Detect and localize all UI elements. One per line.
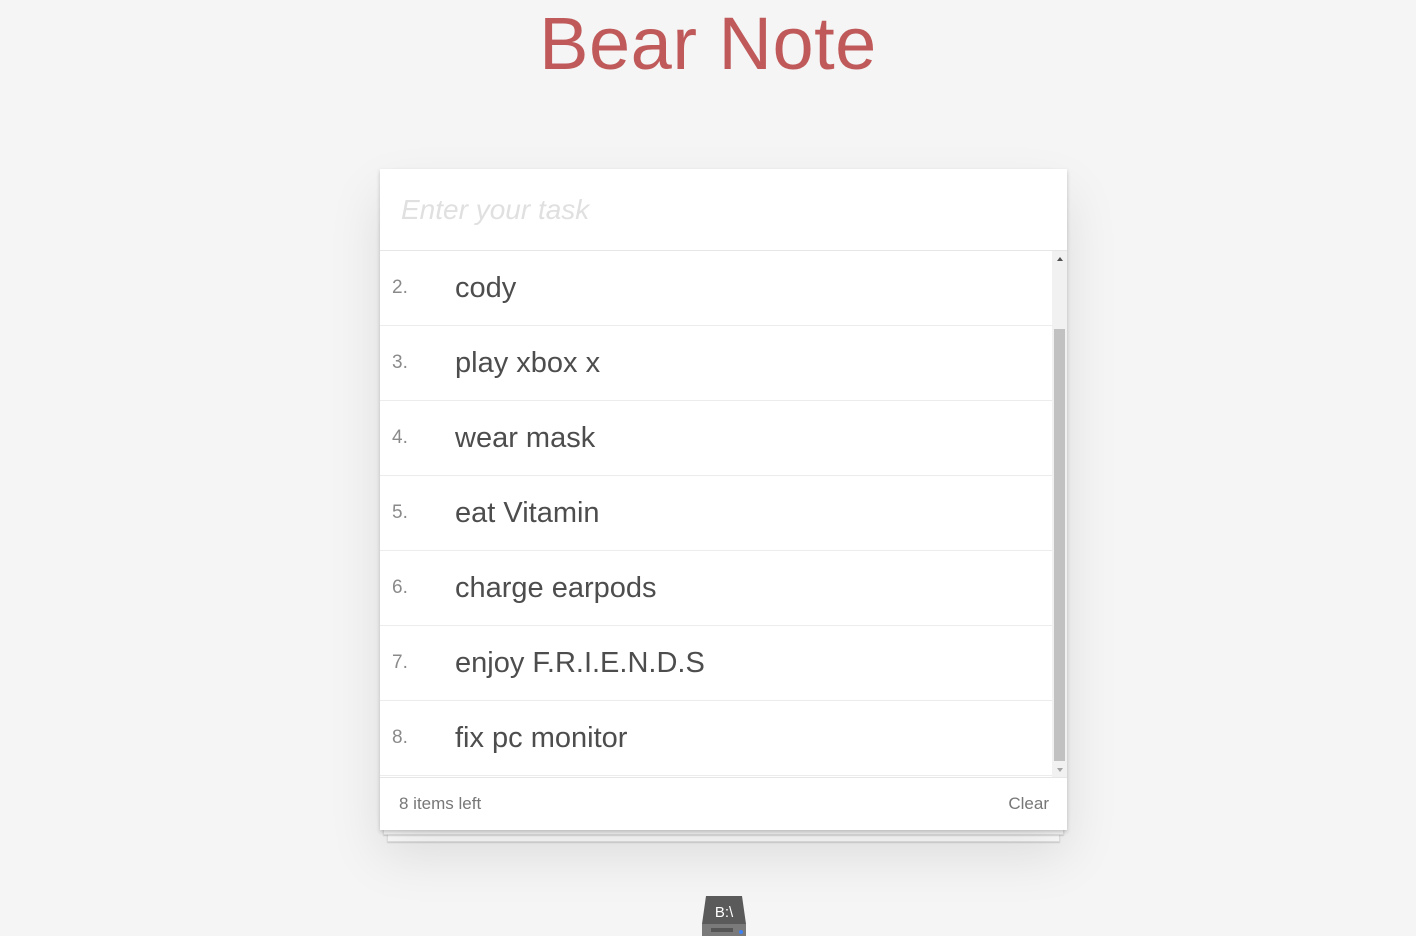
todo-card-container: 2. cody 3. play xbox x 4. wear mask 5. e… — [380, 169, 1067, 842]
task-item[interactable]: 8. fix pc monitor — [380, 701, 1052, 776]
task-item[interactable]: 7. enjoy F.R.I.E.N.D.S — [380, 626, 1052, 701]
task-text: enjoy F.R.I.E.N.D.S — [455, 646, 705, 679]
task-number: 6. — [392, 577, 408, 598]
task-text: fix pc monitor — [455, 721, 628, 754]
task-number: 5. — [392, 502, 408, 523]
clear-button[interactable]: Clear — [1008, 794, 1049, 814]
task-input[interactable] — [380, 169, 1067, 251]
task-number: 8. — [392, 727, 408, 748]
task-number: 3. — [392, 352, 408, 373]
todo-footer: 8 items left Clear — [380, 777, 1067, 830]
task-list-viewport[interactable]: 2. cody 3. play xbox x 4. wear mask 5. e… — [380, 251, 1067, 777]
task-number: 7. — [392, 652, 408, 673]
task-text: charge earpods — [455, 571, 657, 604]
task-number: 4. — [392, 427, 408, 448]
task-item[interactable]: 2. cody — [380, 251, 1052, 326]
task-list: 2. cody 3. play xbox x 4. wear mask 5. e… — [380, 251, 1052, 776]
task-item[interactable]: 6. charge earpods — [380, 551, 1052, 626]
task-text: wear mask — [455, 421, 596, 454]
task-number: 2. — [392, 277, 408, 298]
scroll-up-arrow-icon[interactable] — [1052, 251, 1067, 266]
task-text: play xbox x — [455, 346, 601, 379]
app-title: Bear Note — [539, 2, 877, 85]
todo-card: 2. cody 3. play xbox x 4. wear mask 5. e… — [380, 169, 1067, 830]
task-item[interactable]: 5. eat Vitamin — [380, 476, 1052, 551]
scrollbar[interactable] — [1052, 251, 1067, 777]
task-item[interactable]: 4. wear mask — [380, 401, 1052, 476]
items-left-count: 8 items left — [399, 794, 482, 813]
task-text: cody — [455, 271, 517, 304]
task-item[interactable]: 3. play xbox x — [380, 326, 1052, 401]
drive-icon[interactable]: B:\ — [701, 894, 747, 936]
scroll-down-arrow-icon[interactable] — [1052, 762, 1067, 777]
drive-label: B:\ — [715, 904, 734, 921]
task-text: eat Vitamin — [455, 496, 600, 529]
scroll-thumb[interactable] — [1054, 329, 1065, 761]
